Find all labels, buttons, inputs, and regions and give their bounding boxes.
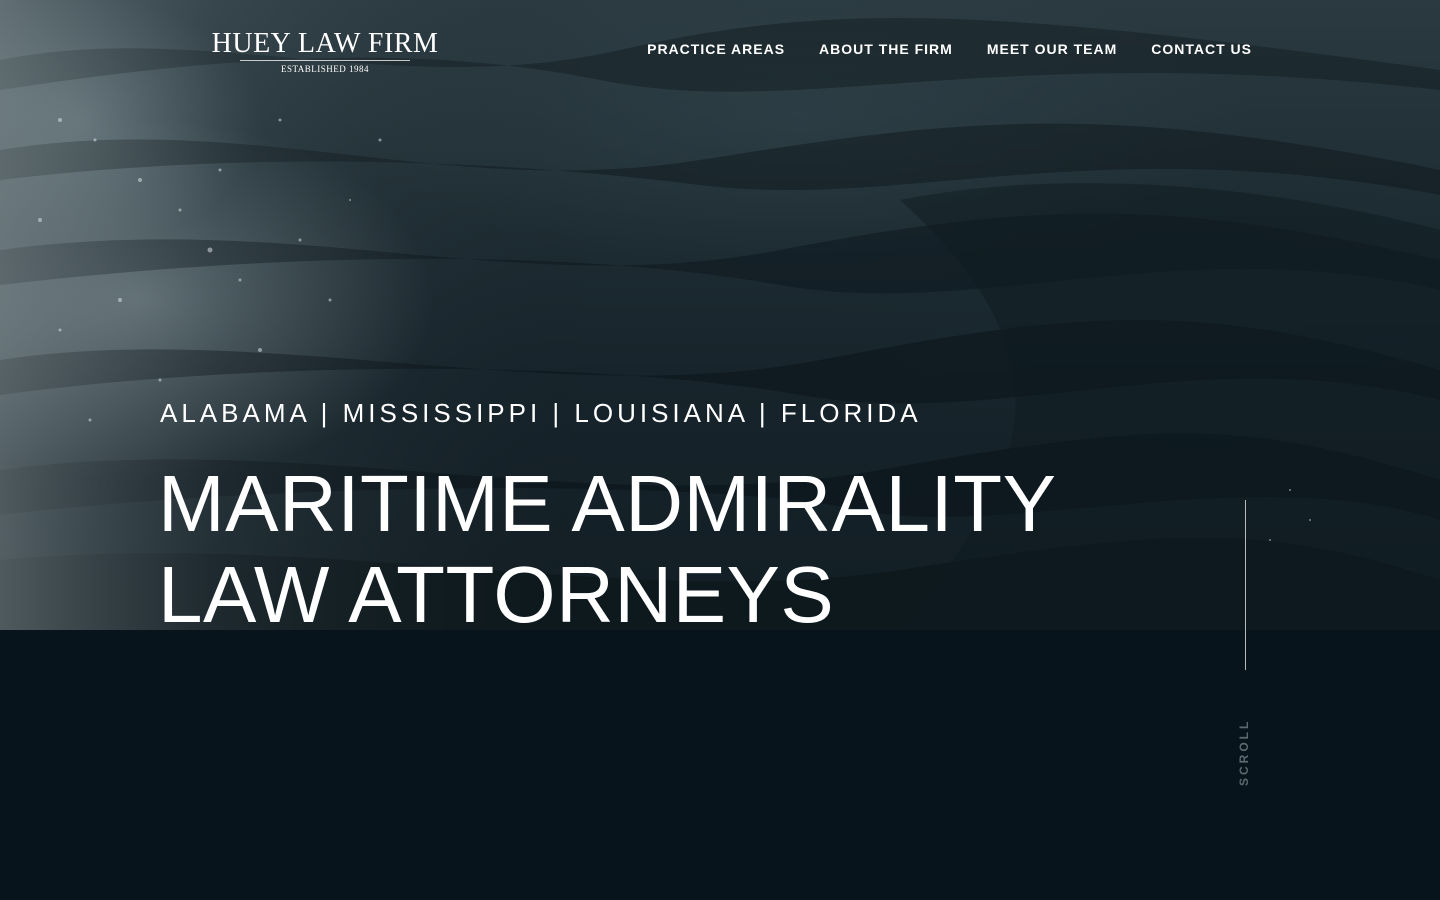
logo-title: HUEY LAW FIRM xyxy=(211,28,439,59)
logo-subtitle: ESTABLISHED 1984 xyxy=(280,64,370,74)
page: HUEY LAW FIRM ESTABLISHED 1984 PRACTICE … xyxy=(0,0,1440,900)
main-nav: PRACTICE AREAS ABOUT THE FIRM MEET OUR T… xyxy=(647,41,1252,57)
nav-about-the-firm[interactable]: ABOUT THE FIRM xyxy=(819,41,953,57)
states-served: ALABAMA | MISSISSIPPI | LOUISIANA | FLOR… xyxy=(160,398,922,428)
hero-headline: MARITIME ADMIRALITY LAW ATTORNEYS xyxy=(158,458,1158,640)
nav-practice-areas[interactable]: PRACTICE AREAS xyxy=(647,41,785,57)
hero-headline-line-2: LAW ATTORNEYS xyxy=(158,550,835,639)
scroll-indicator-line xyxy=(1245,500,1246,670)
nav-contact-us[interactable]: CONTACT US xyxy=(1151,41,1252,57)
site-logo[interactable]: HUEY LAW FIRM ESTABLISHED 1984 xyxy=(200,28,450,74)
scroll-label[interactable]: SCROLL xyxy=(1237,719,1251,786)
hero-headline-line-1: MARITIME ADMIRALITY xyxy=(158,459,1057,548)
nav-meet-our-team[interactable]: MEET OUR TEAM xyxy=(987,41,1117,57)
logo-divider xyxy=(240,60,410,61)
